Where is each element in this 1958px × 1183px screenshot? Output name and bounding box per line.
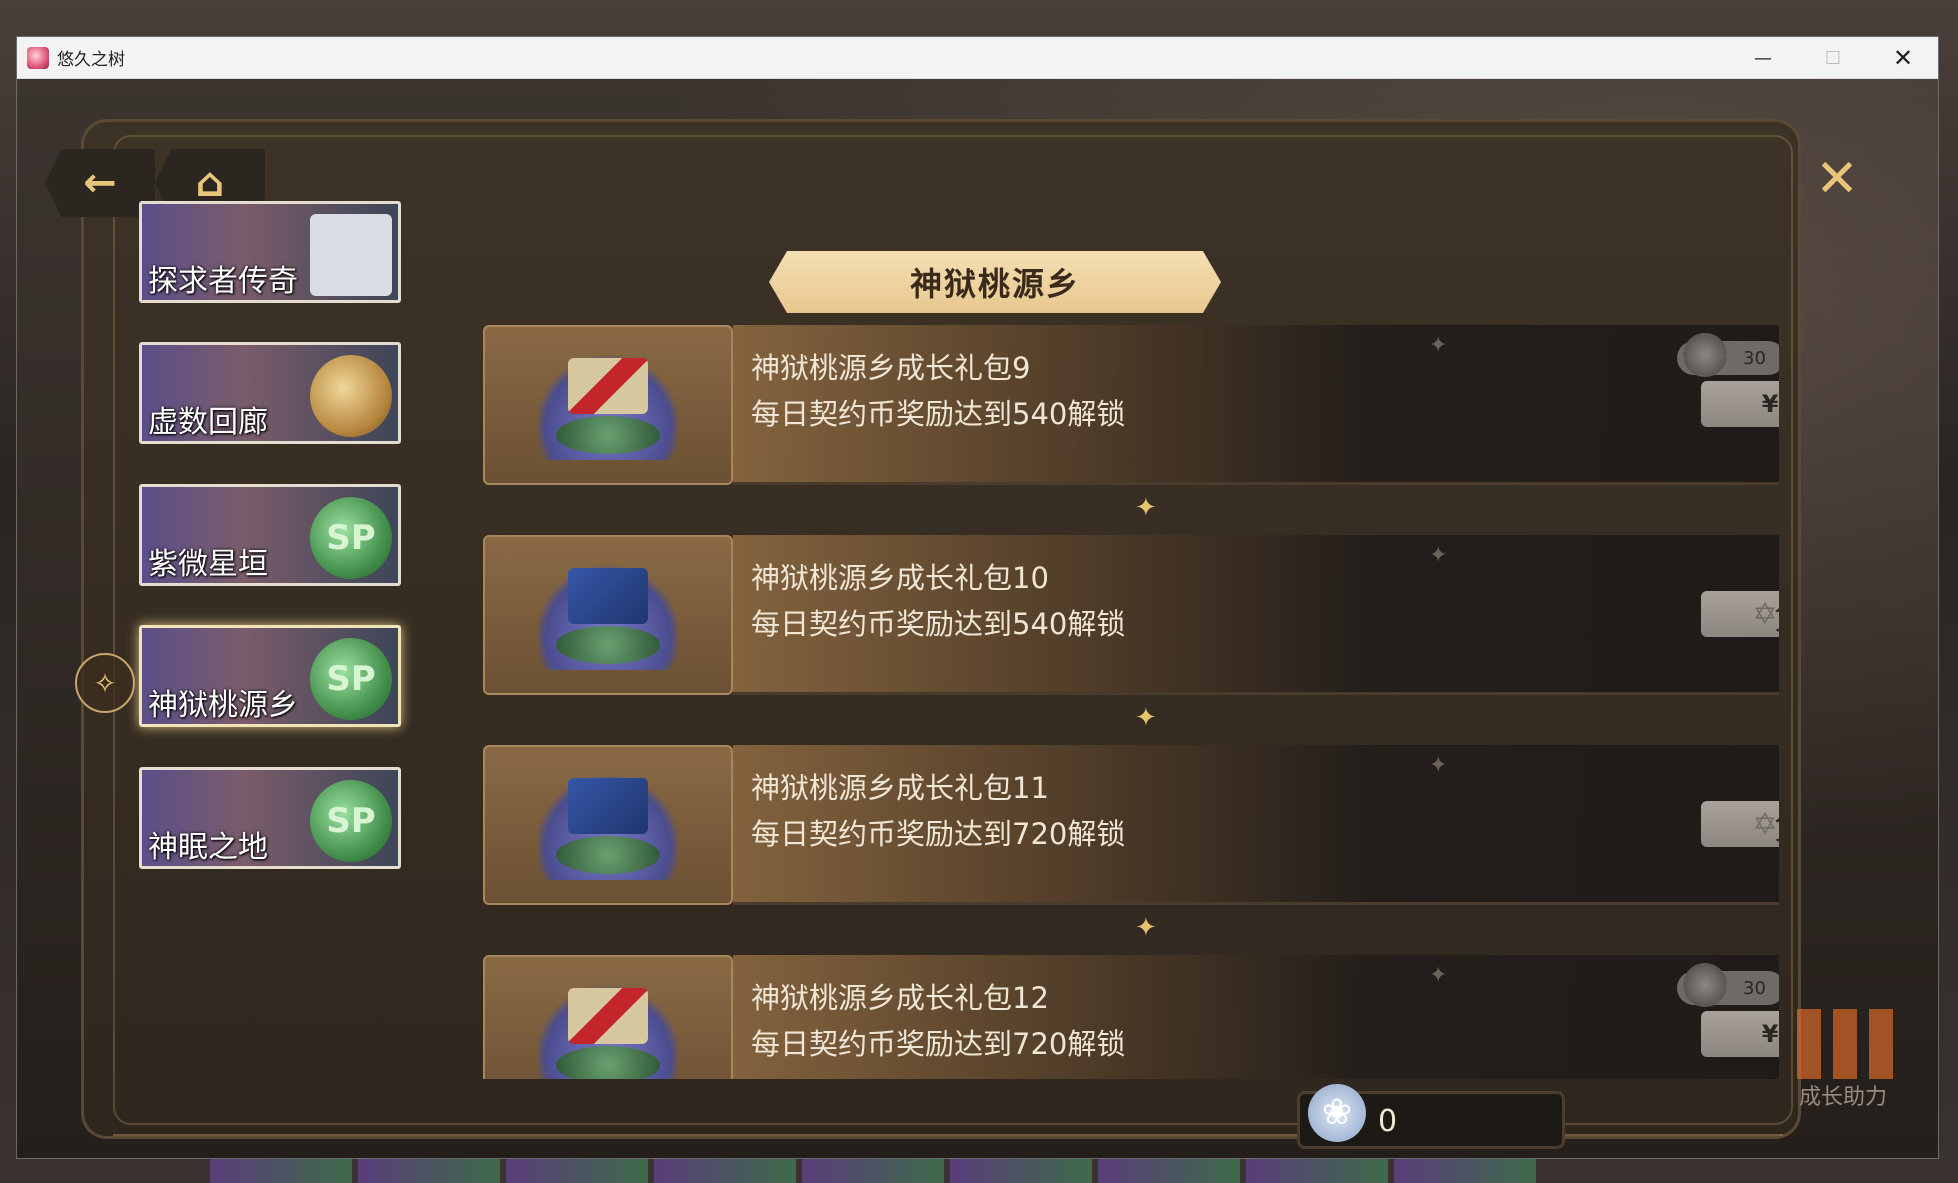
thumbnail	[1098, 1159, 1240, 1183]
buy-button[interactable]: ¥30.00 🔒	[1701, 1011, 1779, 1057]
pack-condition: 每日契约币奖励达到540解锁	[751, 397, 1126, 431]
star-icon: ✦	[1429, 333, 1448, 358]
sidebar-item-shenyu-taoyuan[interactable]: SP 神狱桃源乡	[139, 625, 401, 727]
price-label: ¥30.00	[1761, 390, 1779, 418]
thumbnail	[802, 1159, 944, 1183]
pack-body: 神狱桃源乡成长礼包10 每日契约币奖励达到540解锁 ✦ ✡ 免费 🔒	[733, 535, 1779, 695]
bonus-value: 30	[1743, 977, 1766, 999]
title-bar: 悠久之树 — ☐ ✕	[17, 37, 1938, 79]
pack-body: 神狱桃源乡成长礼包9 每日契约币奖励达到540解锁 ✦ 30 ¥30.00 🔒	[733, 325, 1779, 485]
currency-value: 0	[1378, 1104, 1398, 1139]
gift-box-icon	[538, 770, 678, 880]
sidebar-item-label: 紫微星垣	[148, 547, 268, 582]
bonus-badge: 30	[1677, 963, 1779, 1007]
sidebar-item-imaginary-corridor[interactable]: 虚数回廊	[139, 342, 401, 444]
close-icon: ✕	[1815, 149, 1859, 209]
bonus-badge: 30	[1677, 333, 1779, 377]
home-icon: ⌂	[195, 160, 225, 206]
thumbnail	[1394, 1159, 1536, 1183]
claim-button[interactable]: ✡ 免费 🔒	[1701, 801, 1779, 848]
close-window-button[interactable]: ✕	[1868, 37, 1938, 79]
back-arrow-icon: ←	[83, 160, 117, 206]
buy-button[interactable]: ¥30.00 🔒	[1701, 381, 1779, 427]
sidebar-item-shenmian[interactable]: SP 神眠之地	[139, 767, 401, 869]
price-label: ¥30.00	[1761, 1020, 1779, 1048]
pack-icon-box	[483, 745, 733, 905]
pack-condition: 每日契约币奖励达到720解锁	[751, 817, 1126, 851]
star-icon: ✦	[1429, 753, 1448, 778]
sidebar-item-label: 虚数回廊	[148, 405, 268, 440]
taskbar-thumbnails	[210, 1159, 1630, 1183]
minimize-button[interactable]: —	[1728, 37, 1798, 79]
chain-arrow-icon: ✦	[1135, 913, 1157, 943]
pack-name: 神狱桃源乡成长礼包11	[751, 771, 1049, 805]
pack-body: 神狱桃源乡成长礼包11 每日契约币奖励达到720解锁 ✦ ✡ 免费 🔒	[733, 745, 1779, 905]
pack-name: 神狱桃源乡成长礼包12	[751, 981, 1049, 1015]
star-flower-icon: ❀	[1308, 1084, 1366, 1142]
sidebar-item-label: 探求者传奇	[148, 264, 298, 299]
sp-coin-icon: SP	[310, 780, 392, 862]
close-panel-button[interactable]: ✕	[1807, 149, 1867, 209]
sp-coin-icon: SP	[310, 497, 392, 579]
sidebar-item-ziwei-star[interactable]: SP 紫微星垣	[139, 484, 401, 586]
chain-arrow-icon: ✦	[1135, 493, 1157, 523]
thumbnail	[210, 1159, 352, 1183]
pack-condition: 每日契约币奖励达到540解锁	[751, 607, 1126, 641]
gift-box-icon	[538, 350, 678, 460]
thumbnail	[950, 1159, 1092, 1183]
gear-coin-icon	[1683, 963, 1727, 1007]
game-viewport: ← ⌂ ✕ 探求者传奇 虚数回廊 SP 紫微星垣 SP 神狱桃源乡 ✧ SP 神…	[17, 79, 1938, 1158]
sidebar-item-label: 神狱桃源乡	[148, 688, 298, 723]
window-title: 悠久之树	[57, 50, 125, 70]
pack-condition: 每日契约币奖励达到720解锁	[751, 1027, 1126, 1061]
active-selection-marker-icon: ✧	[75, 653, 135, 713]
pack-icon-box	[483, 955, 733, 1079]
gear-coin-icon	[1683, 333, 1727, 377]
pack-icon-box	[483, 325, 733, 485]
growth-chart-icon[interactable]	[1797, 1009, 1917, 1079]
currency-bar: ❀ 0	[1297, 1084, 1565, 1149]
pack-list: 神狱桃源乡成长礼包9 每日契约币奖励达到540解锁 ✦ 30 ¥30.00 🔒	[483, 325, 1779, 1079]
gift-box-icon	[538, 980, 678, 1079]
star-icon: ✦	[1429, 963, 1448, 988]
sp-coin-icon: SP	[310, 638, 392, 720]
app-icon	[27, 46, 49, 69]
claim-button[interactable]: ✡ 免费 🔒	[1701, 591, 1779, 638]
bonus-value: 30	[1743, 347, 1766, 369]
gold-medal-icon	[310, 355, 392, 437]
free-star-icon: ✡	[1752, 807, 1778, 842]
sidebar-item-explorer-legend[interactable]: 探求者传奇	[139, 201, 401, 303]
thumbnail	[506, 1159, 648, 1183]
free-star-icon: ✡	[1752, 597, 1778, 632]
list-item: 神狱桃源乡成长礼包9 每日契约币奖励达到540解锁 ✦ 30 ¥30.00 🔒	[483, 325, 1779, 485]
header-banner: 神狱桃源乡	[769, 251, 1221, 313]
pack-body: 神狱桃源乡成长礼包12 每日契约币奖励达到720解锁 ✦ 30 ¥30.00 🔒	[733, 955, 1779, 1079]
list-item: 神狱桃源乡成长礼包10 每日契约币奖励达到540解锁 ✦ ✡ 免费 🔒	[483, 535, 1779, 695]
star-icon: ✦	[1429, 543, 1448, 568]
sidebar-item-label: 神眠之地	[148, 830, 268, 865]
pack-name: 神狱桃源乡成长礼包9	[751, 351, 1031, 385]
thumbnail	[654, 1159, 796, 1183]
growth-help-label[interactable]: 成长助力	[1799, 1079, 1887, 1111]
page-title: 神狱桃源乡	[909, 265, 1080, 303]
gift-box-icon	[538, 560, 678, 670]
game-window: 悠久之树 — ☐ ✕ ← ⌂ ✕ 探求者传奇 虚数回廊 SP 紫微星垣 SP 神…	[16, 36, 1939, 1159]
list-item: 神狱桃源乡成长礼包12 每日契约币奖励达到720解锁 ✦ 30 ¥30.00 🔒	[483, 955, 1779, 1079]
thumbnail	[1246, 1159, 1388, 1183]
maximize-button[interactable]: ☐	[1798, 37, 1868, 79]
thumbnail	[358, 1159, 500, 1183]
pack-name: 神狱桃源乡成长礼包10	[751, 561, 1049, 595]
chain-arrow-icon: ✦	[1135, 703, 1157, 733]
puzzle-art-icon	[310, 214, 392, 296]
list-item: 神狱桃源乡成长礼包11 每日契约币奖励达到720解锁 ✦ ✡ 免费 🔒	[483, 745, 1779, 905]
pack-icon-box	[483, 535, 733, 695]
